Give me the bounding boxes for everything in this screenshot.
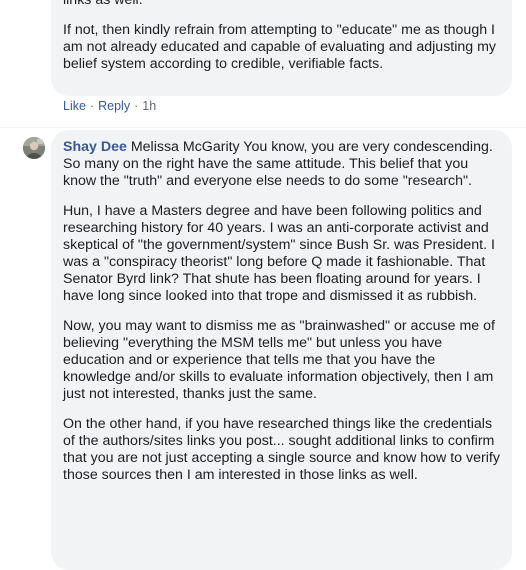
reply-link[interactable]: Reply <box>98 99 130 113</box>
previous-comment-text: If not, then kindly refrain from attempt… <box>63 22 497 72</box>
profile-photo-icon <box>23 137 45 159</box>
previous-comment-partial-line: links as well. <box>63 0 143 8</box>
avatar[interactable] <box>23 137 45 159</box>
previous-comment-bubble: links as well. If not, then kindly refra… <box>51 0 512 96</box>
comment-divider <box>0 127 526 128</box>
comment-paragraph-4: On the other hand, if you have researche… <box>63 416 500 483</box>
previous-comment-actions: Like · Reply · 1h <box>63 99 156 113</box>
comment-bubble: Shay Dee Melissa McGarity You know, you … <box>51 130 512 570</box>
action-separator: · <box>134 99 139 113</box>
action-separator: · <box>89 99 95 113</box>
comment-paragraph-2: Hun, I have a Masters degree and have be… <box>63 203 495 304</box>
comment-timestamp[interactable]: 1h <box>142 99 156 113</box>
comment-author-name[interactable]: Shay Dee <box>63 139 127 155</box>
like-link[interactable]: Like <box>63 99 86 113</box>
comment-paragraph-1: Shay Dee Melissa McGarity You know, you … <box>63 139 500 190</box>
comment-paragraph-1-text: Melissa McGarity You know, you are very … <box>63 139 493 189</box>
comment-paragraph-3: Now, you may want to dismiss me as "brai… <box>63 318 495 402</box>
